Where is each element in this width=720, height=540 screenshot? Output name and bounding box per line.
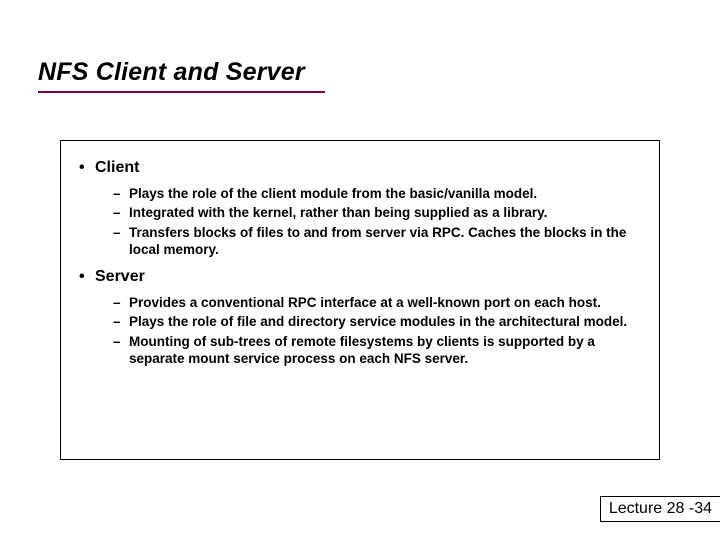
list-item: – Transfers blocks of files to and from … [113,224,641,259]
bullet-icon: • [79,268,95,286]
server-sublist: – Provides a conventional RPC interface … [113,294,641,367]
list-item-text: Plays the role of file and directory ser… [129,313,641,330]
section-heading-label: Server [95,268,145,286]
dash-icon: – [113,185,129,202]
list-item-text: Mounting of sub-trees of remote filesyst… [129,333,641,368]
dash-icon: – [113,224,129,241]
list-item-text: Provides a conventional RPC interface at… [129,294,641,311]
dash-icon: – [113,313,129,330]
title-underline [38,91,325,93]
list-item: – Mounting of sub-trees of remote filesy… [113,333,641,368]
dash-icon: – [113,333,129,350]
list-item: – Plays the role of the client module fr… [113,185,641,202]
client-sublist: – Plays the role of the client module fr… [113,185,641,258]
dash-icon: – [113,204,129,221]
list-item-text: Integrated with the kernel, rather than … [129,204,641,221]
footer-label: Lecture 28 -34 [600,496,720,522]
section-heading-server: • Server [79,268,641,286]
list-item-text: Plays the role of the client module from… [129,185,641,202]
dash-icon: – [113,294,129,311]
section-heading-label: Client [95,159,139,177]
list-item: – Plays the role of file and directory s… [113,313,641,330]
list-item: – Provides a conventional RPC interface … [113,294,641,311]
list-item: – Integrated with the kernel, rather tha… [113,204,641,221]
slide-title: NFS Client and Server [38,58,305,87]
content-box: • Client – Plays the role of the client … [60,140,660,460]
bullet-icon: • [79,159,95,177]
list-item-text: Transfers blocks of files to and from se… [129,224,641,259]
section-heading-client: • Client [79,159,641,177]
